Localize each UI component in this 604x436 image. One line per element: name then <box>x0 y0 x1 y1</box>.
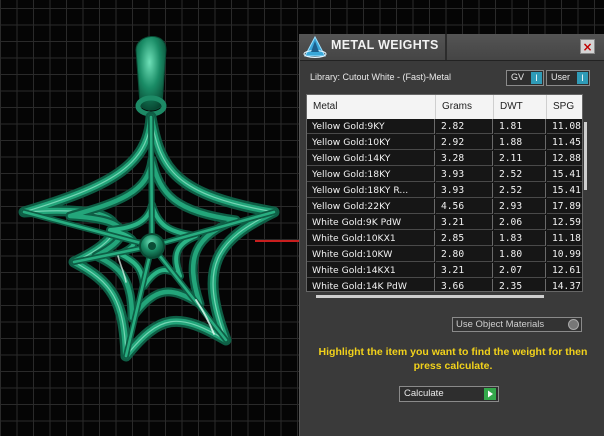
horizontal-scroll-thumb[interactable] <box>316 295 544 298</box>
dwt-cell: 1.88 <box>494 135 546 150</box>
table-row[interactable]: Yellow Gold:18KY R... 3.93 2.52 15.41 <box>307 183 582 199</box>
dwt-cell: 1.80 <box>494 247 546 262</box>
radio-knob-icon <box>568 319 579 330</box>
grams-cell: 3.28 <box>436 151 493 166</box>
metal-cell: Yellow Gold:14KY <box>307 151 435 166</box>
metal-cell: Yellow Gold:9KY <box>307 119 435 134</box>
gv-toggle-button[interactable]: GV I <box>506 70 544 86</box>
table-row[interactable]: Yellow Gold:22KY 4.56 2.93 17.89 <box>307 199 582 215</box>
panel-title: METAL WEIGHTS <box>331 38 439 52</box>
metal-cell: Yellow Gold:18KY R... <box>307 183 435 198</box>
star-pendant-model[interactable] <box>0 0 300 436</box>
use-object-materials-label: Use Object Materials <box>456 319 545 330</box>
spg-cell: 12.59 <box>547 215 582 230</box>
spg-cell: 15.41 <box>547 183 582 198</box>
use-object-materials-toggle[interactable]: Use Object Materials <box>452 317 582 332</box>
user-toggle-label: User <box>551 72 571 82</box>
table-header: Metal Grams DWT SPG <box>307 95 582 119</box>
vertical-scroll-thumb[interactable] <box>584 122 587 190</box>
metal-cell: Yellow Gold:22KY <box>307 199 435 214</box>
metal-cell: White Gold:9K PdW <box>307 215 435 230</box>
column-header-grams[interactable]: Grams <box>436 95 494 119</box>
metal-cell: Yellow Gold:18KY <box>307 167 435 182</box>
grams-cell: 2.85 <box>436 231 493 246</box>
toggle-indicator-icon: I <box>531 72 542 84</box>
spg-cell: 11.18 <box>547 231 582 246</box>
table-row[interactable]: White Gold:9K PdW 3.21 2.06 12.59 <box>307 215 582 231</box>
play-icon <box>484 388 496 400</box>
spg-cell: 12.88 <box>547 151 582 166</box>
spg-cell: 12.61 <box>547 263 582 278</box>
dwt-cell: 2.06 <box>494 215 546 230</box>
table-row[interactable]: Yellow Gold:18KY 3.93 2.52 15.41 <box>307 167 582 183</box>
table-row[interactable]: Yellow Gold:9KY 2.82 1.81 11.08 <box>307 119 582 135</box>
dwt-cell: 2.52 <box>494 183 546 198</box>
spg-cell: 10.99 <box>547 247 582 262</box>
library-label: Library: Cutout White - (Fast)-Metal <box>310 72 452 82</box>
dwt-cell: 2.11 <box>494 151 546 166</box>
dwt-cell: 2.07 <box>494 263 546 278</box>
column-header-metal[interactable]: Metal <box>307 95 436 119</box>
metal-weights-table[interactable]: Metal Grams DWT SPG Yellow Gold:9KY 2.82 1… <box>306 94 583 292</box>
title-tab-divider <box>445 34 447 60</box>
metal-cell: White Gold:14KX1 <box>307 263 435 278</box>
metal-cell: White Gold:10KW <box>307 247 435 262</box>
spg-cell: 15.41 <box>547 167 582 182</box>
column-header-dwt[interactable]: DWT <box>494 95 547 119</box>
panel-header: METAL WEIGHTS × <box>300 34 604 61</box>
table-row[interactable]: White Gold:14KX1 3.21 2.07 12.61 <box>307 263 582 279</box>
grams-cell: 2.82 <box>436 119 493 134</box>
metal-weights-panel: METAL WEIGHTS × Library: Cutout White - … <box>299 34 604 436</box>
grams-cell: 2.92 <box>436 135 493 150</box>
spg-cell: 17.89 <box>547 199 582 214</box>
dwt-cell: 1.81 <box>494 119 546 134</box>
close-icon[interactable]: × <box>580 39 595 54</box>
dwt-cell: 1.83 <box>494 231 546 246</box>
instruction-text: Highlight the item you want to find the … <box>318 346 588 372</box>
calculate-label: Calculate <box>404 388 444 399</box>
column-header-spg[interactable]: SPG <box>547 95 582 119</box>
dwt-cell: 2.52 <box>494 167 546 182</box>
grams-cell: 3.21 <box>436 263 493 278</box>
metal-cell: White Gold:10KX1 <box>307 231 435 246</box>
vertical-scrollbar[interactable] <box>581 118 589 290</box>
grams-cell: 3.93 <box>436 183 493 198</box>
grams-cell: 4.56 <box>436 199 493 214</box>
gv-toggle-label: GV <box>511 72 525 82</box>
table-row[interactable]: Yellow Gold:14KY 3.28 2.11 12.88 <box>307 151 582 167</box>
horizontal-scrollbar[interactable] <box>306 291 581 300</box>
grams-cell: 3.21 <box>436 215 493 230</box>
metal-cell: Yellow Gold:10KY <box>307 135 435 150</box>
table-row[interactable]: White Gold:10KX1 2.85 1.83 11.18 <box>307 231 582 247</box>
dwt-cell: 2.93 <box>494 199 546 214</box>
spg-cell: 11.08 <box>547 119 582 134</box>
spg-cell: 11.45 <box>547 135 582 150</box>
grams-cell: 2.80 <box>436 247 493 262</box>
app-logo-icon <box>303 35 327 58</box>
table-row[interactable]: White Gold:10KW 2.80 1.80 10.99 <box>307 247 582 263</box>
user-toggle-button[interactable]: User I <box>546 70 590 86</box>
table-row[interactable]: Yellow Gold:10KY 2.92 1.88 11.45 <box>307 135 582 151</box>
table-body: Yellow Gold:9KY 2.82 1.81 11.08 Yellow Gold:… <box>307 119 582 291</box>
toggle-indicator-icon: I <box>577 72 588 84</box>
grams-cell: 3.93 <box>436 167 493 182</box>
calculate-button[interactable]: Calculate <box>399 386 499 402</box>
